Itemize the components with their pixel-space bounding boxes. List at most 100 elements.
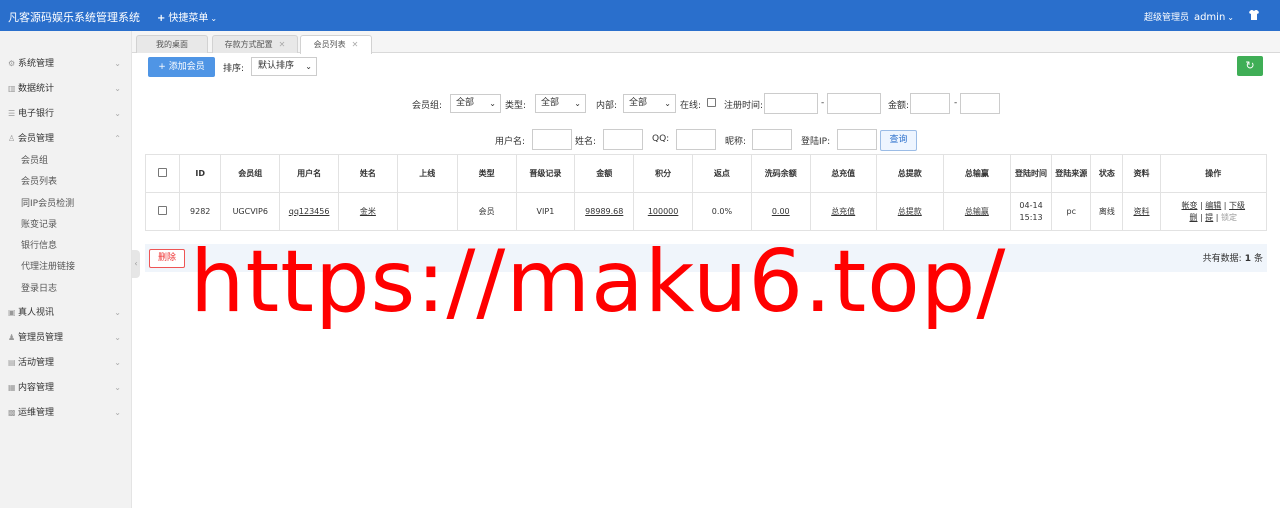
delete-link[interactable]: 删 [1189, 213, 1197, 222]
points-link[interactable]: 100000 [648, 207, 679, 216]
close-icon[interactable]: ✕ [279, 40, 286, 49]
sidebar-subitem-agent-link[interactable]: 代理注册链接 [0, 257, 131, 278]
profile-link[interactable]: 资料 [1133, 207, 1149, 216]
table-row: 9282 UGCVIP6 qq123456 金米 会员 VIP1 98989.6… [144, 192, 1268, 231]
column-header[interactable]: 返点 [692, 154, 752, 193]
column-header[interactable]: 总提款 [875, 154, 944, 193]
total-winloss-link[interactable]: 总输赢 [965, 207, 989, 216]
column-header[interactable]: 上线 [396, 154, 458, 193]
quick-menu-button[interactable]: + 快捷菜单 ⌄ [157, 9, 217, 24]
sidebar-subitem-member-group[interactable]: 会员组 [0, 151, 131, 172]
sidebar-subitem-same-ip[interactable]: 同IP会员检测 [0, 194, 131, 215]
sidebar-subitem-login-log[interactable]: 登录日志 [0, 279, 131, 300]
sidebar-item-members[interactable]: ♙ 会员管理 ⌃ [0, 126, 131, 151]
reg-time-start-input[interactable] [764, 93, 818, 114]
sidebar-subitem-balance-log[interactable]: 账变记录 [0, 215, 131, 236]
qq-filter-input[interactable] [676, 129, 716, 150]
query-button[interactable]: 查询 [880, 130, 917, 151]
online-filter-label: 在线: [680, 101, 702, 111]
sidebar-item-label: 活动管理 [18, 358, 55, 369]
tab-my-desktop[interactable]: 我的桌面 [136, 35, 208, 53]
sidebar-item-ops[interactable]: ▩ 运维管理 ⌄ [0, 400, 131, 425]
close-icon[interactable]: ✕ [352, 40, 359, 49]
refresh-button[interactable]: ↻ [1237, 56, 1263, 76]
sidebar-subitem-bank-info[interactable]: 银行信息 [0, 236, 131, 257]
tab-deposit-config[interactable]: 存款方式配置 ✕ [212, 35, 298, 53]
cell-total-withdraw: 总提款 [875, 192, 944, 231]
column-header[interactable]: 洗码余额 [750, 154, 811, 193]
shirt-icon[interactable] [1248, 9, 1260, 21]
sidebar-item-ebank[interactable]: ☰ 电子银行 ⌄ [0, 101, 131, 126]
column-header[interactable]: 总输赢 [942, 154, 1011, 193]
user-icon: ♙ [8, 134, 16, 143]
user-role: 超级管理员 [1143, 13, 1189, 23]
login-ip-filter-label: 登陆IP: [801, 137, 831, 147]
tab-member-list[interactable]: 会员列表 ✕ [300, 35, 372, 54]
sidebar-item-live-video[interactable]: ▣ 真人视讯 ⌄ [0, 300, 131, 325]
lock-link[interactable]: 锁定 [1221, 213, 1237, 222]
sidebar-item-system[interactable]: ⚙ 系统管理 ⌄ [0, 51, 131, 76]
amount-link[interactable]: 98989.68 [585, 207, 623, 216]
nickname-filter-input[interactable] [752, 129, 792, 150]
sidebar-collapse-handle[interactable]: ‹ [132, 250, 140, 278]
column-header[interactable]: 姓名 [338, 154, 398, 193]
amount-min-input[interactable] [910, 93, 950, 114]
tab-label: 存款方式配置 [224, 40, 273, 49]
select-all-checkbox[interactable] [158, 168, 168, 177]
column-header[interactable]: 类型 [456, 154, 517, 193]
column-header[interactable]: 登陆来源 [1051, 154, 1092, 193]
chevron-down-icon: ⌄ [574, 99, 581, 108]
column-header[interactable]: 积分 [633, 154, 693, 193]
amount-max-input[interactable] [960, 93, 1000, 114]
list-icon: ☰ [8, 109, 16, 118]
row-checkbox[interactable] [158, 206, 168, 215]
edit-link[interactable]: 编辑 [1205, 201, 1221, 210]
column-header[interactable]: 登陆时间 [1009, 154, 1053, 193]
sidebar-item-activity[interactable]: ▤ 活动管理 ⌄ [0, 350, 131, 375]
column-header[interactable]: 晋级记录 [515, 154, 576, 193]
video-icon: ▣ [8, 308, 16, 318]
quick-menu-label: 快捷菜单 [168, 13, 209, 24]
online-checkbox[interactable] [707, 98, 716, 107]
column-header[interactable]: 操作 [1159, 154, 1268, 193]
column-header[interactable]: 用户名 [279, 154, 339, 193]
wash-balance-link[interactable]: 0.00 [772, 207, 790, 216]
name-link[interactable]: 金米 [360, 207, 376, 216]
withdraw-link[interactable]: 提 [1205, 213, 1213, 222]
cell-promotion: VIP1 [515, 192, 576, 231]
column-header[interactable]: 会员组 [220, 154, 281, 193]
cell-rebate: 0.0% [692, 192, 752, 231]
column-header[interactable]: ID [179, 154, 222, 193]
sidebar-item-label: 系统管理 [18, 59, 55, 69]
sidebar-item-label: 真人视讯 [18, 308, 55, 319]
sidebar-item-stats[interactable]: ▥ 数据统计 ⌄ [0, 76, 131, 101]
group-filter-select[interactable]: 全部 ⌄ [450, 94, 501, 113]
delete-button[interactable]: 删除 [149, 249, 185, 268]
cell-amount: 98989.68 [574, 192, 635, 231]
column-header[interactable]: 总充值 [809, 154, 877, 193]
sidebar-subitem-member-list[interactable]: 会员列表 [0, 172, 131, 193]
login-ip-filter-input[interactable] [837, 129, 877, 150]
type-filter-select[interactable]: 全部 ⌄ [535, 94, 586, 113]
cell-total-winloss: 总输赢 [942, 192, 1011, 231]
name-filter-input[interactable] [603, 129, 643, 150]
plus-icon: + [158, 62, 169, 72]
group-filter-label: 会员组: [412, 101, 443, 111]
sidebar-item-admins[interactable]: ♟ 管理员管理 ⌄ [0, 325, 131, 350]
column-header[interactable]: 状态 [1090, 154, 1124, 193]
subordinate-link[interactable]: 下级 [1229, 201, 1245, 210]
balance-change-link[interactable]: 帐变 [1181, 201, 1197, 210]
total-recharge-link[interactable]: 总充值 [831, 207, 855, 216]
chevron-up-icon: ⌃ [114, 134, 121, 143]
reg-time-end-input[interactable] [827, 93, 881, 114]
total-withdraw-link[interactable]: 总提款 [898, 207, 922, 216]
internal-filter-select[interactable]: 全部 ⌄ [623, 94, 676, 113]
username-filter-input[interactable] [532, 129, 572, 150]
column-header[interactable]: 资料 [1122, 154, 1161, 193]
sidebar-item-content[interactable]: ▦ 内容管理 ⌄ [0, 375, 131, 400]
username-link[interactable]: qq123456 [289, 207, 330, 216]
user-menu[interactable]: 超级管理员 admin ⌄ [1144, 10, 1234, 23]
add-member-button[interactable]: + 添加会员 [148, 57, 215, 77]
sort-select[interactable]: 默认排序 ⌄ [251, 57, 317, 76]
column-header[interactable]: 金额 [574, 154, 635, 193]
